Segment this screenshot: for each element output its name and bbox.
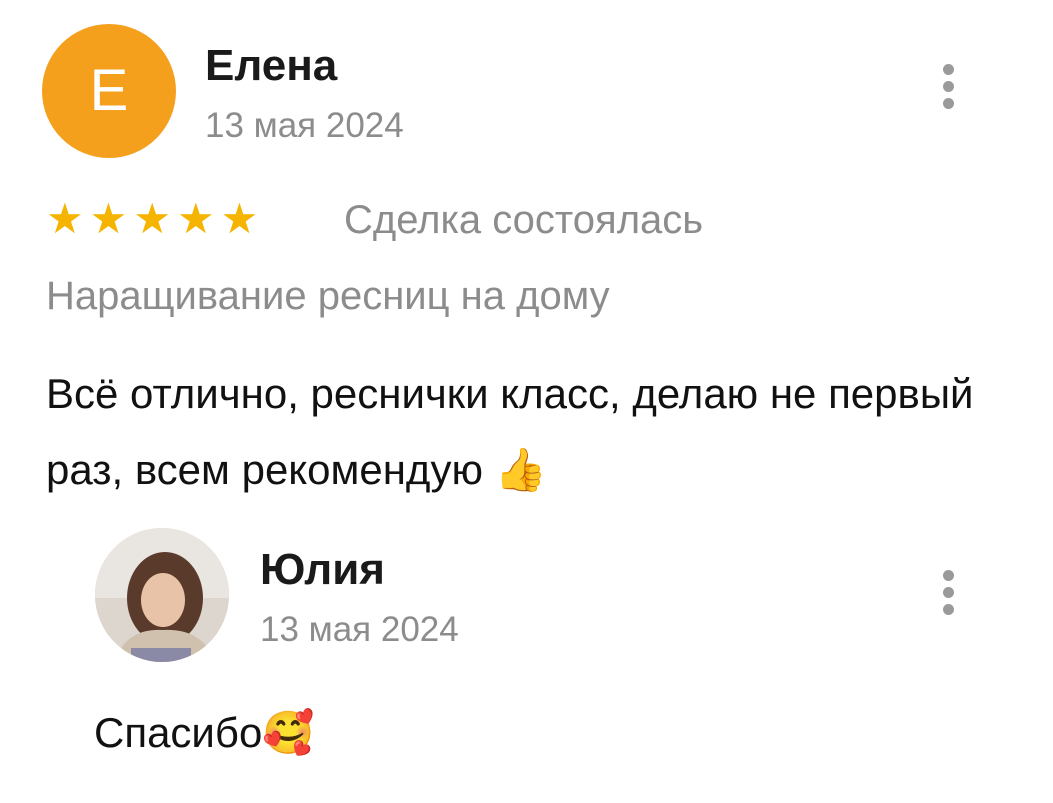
service-name: Наращивание ресниц на дому xyxy=(46,274,610,318)
smiling-hearts-emoji: 🥰 xyxy=(262,709,315,756)
star-icon: ★ xyxy=(176,195,215,242)
star-icon: ★ xyxy=(220,195,259,242)
reply-text: Спасибо🥰 xyxy=(94,708,315,758)
reply-author-name[interactable]: Юлия xyxy=(260,548,385,592)
avatar-photo-image xyxy=(95,528,229,662)
deal-status: Сделка состоялась xyxy=(344,198,704,242)
avatar[interactable]: Е xyxy=(42,24,176,158)
reply-text-main: Спасибо xyxy=(94,709,263,756)
star-icon: ★ xyxy=(89,195,128,242)
avatar[interactable] xyxy=(95,528,229,662)
review-date: 13 мая 2024 xyxy=(205,106,404,145)
author-name[interactable]: Елена xyxy=(205,44,337,88)
review-text: Всё отлично, реснички класс, делаю не пе… xyxy=(46,356,1036,508)
more-vertical-icon[interactable] xyxy=(941,570,955,622)
more-vertical-icon[interactable] xyxy=(941,64,955,116)
thumbs-up-emoji: 👍 xyxy=(494,446,547,493)
reply-date: 13 мая 2024 xyxy=(260,610,459,649)
star-icon: ★ xyxy=(133,195,171,242)
rating-stars: ★ ★ ★ ★ ★ xyxy=(46,196,258,242)
star-icon: ★ xyxy=(46,195,84,242)
